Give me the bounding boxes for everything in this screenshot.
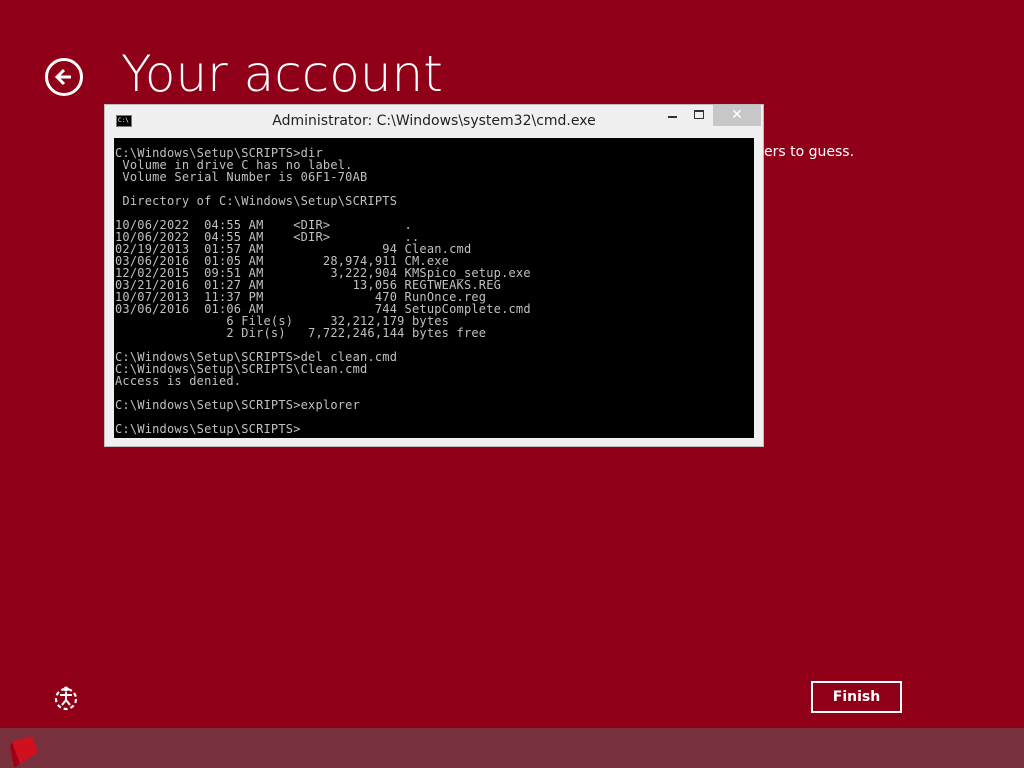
cmd-titlebar[interactable]: C:\ Administrator: C:\Windows\system32\c… — [105, 105, 763, 137]
cmd-output-line: 2 Dir(s) 7,722,246,144 bytes free — [115, 326, 487, 340]
page-title: Your account — [121, 45, 443, 103]
minimize-icon — [668, 116, 677, 118]
cmd-output-line: Volume Serial Number is 06F1-70AB — [115, 170, 368, 184]
taskbar-app-icon[interactable] — [8, 734, 42, 768]
cmd-output-line: Access is denied. — [115, 374, 242, 388]
back-arrow-icon — [54, 68, 71, 86]
ease-of-access-icon[interactable] — [52, 684, 80, 712]
taskbar — [0, 728, 1024, 768]
maximize-button[interactable] — [686, 105, 713, 126]
minimize-button[interactable] — [659, 105, 686, 126]
finish-button[interactable]: Finish — [811, 681, 902, 713]
background-description-text: ers to guess. — [764, 144, 855, 160]
back-button[interactable] — [45, 58, 83, 96]
cmd-output: C:\Windows\Setup\SCRIPTS>dir Volume in d… — [114, 138, 754, 435]
cmd-output-line: C:\Windows\Setup\SCRIPTS>explorer — [115, 398, 361, 412]
close-button[interactable]: ✕ — [713, 105, 761, 126]
cmd-output-line: Directory of C:\Windows\Setup\SCRIPTS — [115, 194, 398, 208]
maximize-icon — [694, 110, 704, 119]
cmd-output-line: C:\Windows\Setup\SCRIPTS> — [115, 422, 301, 436]
cmd-window[interactable]: C:\ Administrator: C:\Windows\system32\c… — [104, 104, 764, 447]
setup-page: Your account ers to guess. C:\ Administr… — [0, 0, 1024, 768]
close-icon: ✕ — [731, 107, 743, 123]
cmd-console[interactable]: C:\Windows\Setup\SCRIPTS>dir Volume in d… — [114, 138, 754, 438]
